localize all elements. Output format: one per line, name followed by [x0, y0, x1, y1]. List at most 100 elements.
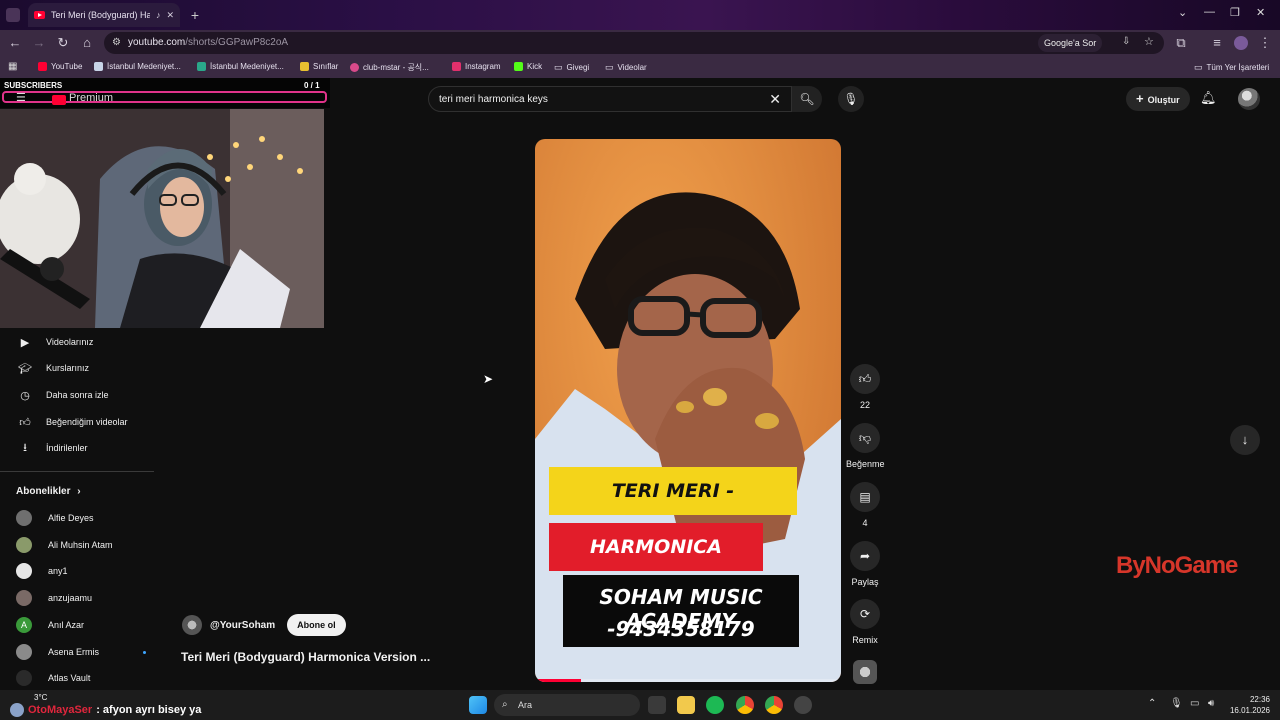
site-info-icon[interactable]: ⚙ — [112, 37, 121, 48]
speaker-icon[interactable]: ♪ — [156, 10, 161, 20]
premium-text: Premium — [69, 92, 114, 104]
tab-search-icon[interactable] — [6, 8, 20, 22]
bookmark-label: İstanbul Medeniyet... — [107, 62, 181, 71]
sidebar-item-courses[interactable]: 🎓︎ Kurslarınız — [0, 355, 160, 381]
install-icon[interactable]: ⇩ — [1122, 36, 1130, 47]
google-ask-button[interactable]: Google'a Sor — [1038, 34, 1103, 52]
extensions-icon[interactable]: ⧉ — [1172, 34, 1190, 52]
channel-handle[interactable]: @YourSoham — [210, 620, 275, 631]
subscription-item[interactable]: Alfie Deyes — [0, 505, 160, 531]
all-bookmarks[interactable]: ▭ Tüm Yer İşaretleri — [1194, 62, 1269, 73]
video-title[interactable]: Teri Meri (Bodyguard) Harmonica Version … — [181, 650, 430, 664]
sidebar-item-watch-later[interactable]: ◷ Daha sonra izle — [0, 382, 160, 408]
subscription-item[interactable]: A Anıl Azar — [0, 612, 160, 638]
tab-close-icon[interactable]: ✕ — [166, 10, 174, 21]
new-tab-button[interactable]: + — [186, 6, 204, 24]
home-icon[interactable]: ⌂ — [78, 34, 96, 52]
clock-time: 22:36 — [1249, 695, 1270, 704]
bookmark-star-icon[interactable]: ☆ — [1144, 35, 1154, 48]
thumbs-down-icon: 👎︎ — [850, 423, 880, 453]
thumbs-up-icon: 👍︎ — [850, 364, 880, 394]
restore-icon[interactable]: ❐ — [1230, 6, 1240, 19]
subscribe-button[interactable]: Abone ol — [287, 614, 346, 636]
address-bar[interactable]: ⚙ youtube.com/shorts/GGPawP8c2oA Google'… — [104, 32, 1164, 54]
browser-tab[interactable]: Teri Meri (Bodyguard) Harmonica ♪ ✕ — [28, 3, 180, 27]
file-explorer-icon[interactable] — [677, 696, 695, 714]
subscription-item[interactable]: any1 — [0, 558, 160, 584]
bookmark-videolar[interactable]: ▭ Videolar — [605, 62, 647, 73]
subscription-item[interactable]: Ali Muhsin Atam — [0, 532, 160, 558]
volume-icon[interactable]: 🔊︎ — [1208, 698, 1214, 709]
chrome-icon[interactable] — [736, 696, 754, 714]
site-icon — [94, 62, 103, 71]
bookmark-kick[interactable]: Kick — [514, 62, 542, 71]
taskbar-search-label: Ara — [518, 700, 533, 710]
taskbar-clock[interactable]: 22:36 16.01.2026 — [1226, 694, 1270, 716]
reading-list-icon[interactable]: ≡ — [1208, 34, 1226, 52]
subscribers-label: SUBSCRIBERS — [4, 81, 63, 90]
tray-chevron-icon[interactable]: ⌃ — [1148, 698, 1156, 709]
dislike-button[interactable]: 👎︎ Beğenme — [846, 423, 885, 469]
clear-search-icon[interactable]: ✕ — [769, 91, 781, 108]
network-icon[interactable]: ▭ — [1190, 698, 1199, 709]
hamburger-menu-icon[interactable]: ☰ — [16, 91, 26, 104]
remix-button[interactable]: ⟳ Remix — [846, 599, 884, 645]
youtube-icon — [38, 62, 47, 71]
bookmark-club-mstar[interactable]: club-mstar - 공식... — [350, 62, 429, 73]
chrome-profile-icon[interactable] — [765, 696, 783, 714]
subscription-item[interactable]: anzujaamu — [0, 585, 160, 611]
obs-icon[interactable] — [794, 696, 812, 714]
create-button[interactable]: + Oluştur — [1126, 87, 1190, 111]
comment-icon: ▤ — [850, 482, 880, 512]
search-input[interactable]: teri meri harmonica keys ✕ — [428, 86, 792, 112]
bookmark-istanbul-1[interactable]: İstanbul Medeniyet... — [94, 62, 181, 71]
create-label: Oluştur — [1147, 95, 1180, 105]
search-button[interactable]: 🔍︎ — [792, 86, 822, 112]
remix-label: Remix — [852, 635, 878, 645]
like-button[interactable]: 👍︎ 22 — [846, 364, 884, 410]
sound-thumbnail[interactable] — [853, 660, 877, 684]
shorts-video-player[interactable]: TERI MERI - (BODYGUARD) HARMONICA TUTORI… — [535, 139, 841, 682]
reload-icon[interactable]: ↻ — [54, 34, 72, 52]
bookmark-youtube[interactable]: YouTube — [38, 62, 82, 71]
bookmark-label: Instagram — [465, 62, 501, 71]
tab-title: Teri Meri (Bodyguard) Harmonica — [51, 10, 150, 20]
youtube-logo-icon — [52, 95, 66, 105]
forward-icon[interactable]: → — [30, 34, 48, 52]
taskbar-search[interactable]: ⌕ Ara — [494, 694, 640, 716]
subscription-item[interactable]: Asena Ermis — [0, 639, 160, 665]
sidebar-item-videos[interactable]: ▶ Videolarınız — [0, 329, 160, 355]
bookmark-siniflar[interactable]: Sınıflar — [300, 62, 338, 71]
back-icon[interactable]: ← — [6, 34, 24, 52]
video-progress-bar[interactable] — [535, 679, 841, 682]
tab-search-chevron-icon[interactable]: ⌄ — [1178, 6, 1187, 19]
next-video-button[interactable]: ↓ — [1230, 425, 1260, 455]
windows-start-icon[interactable] — [469, 696, 487, 714]
subscriptions-heading[interactable]: Abonelikler › — [16, 486, 81, 497]
chevron-right-icon: › — [77, 486, 81, 497]
sidebar-item-liked-videos[interactable]: 👍︎ Beğendiğim videolar — [0, 409, 160, 435]
sidebar-item-downloads[interactable]: ⭳ İndirilenler — [0, 435, 160, 461]
share-button[interactable]: ➦ Paylaş — [846, 541, 884, 587]
watermark-text: ByNoGame — [1116, 552, 1238, 579]
bookmark-istanbul-2[interactable]: İstanbul Medeniyet... — [197, 62, 284, 71]
voice-search-button[interactable]: 🎙︎ — [838, 86, 864, 112]
profile-avatar[interactable] — [1234, 36, 1248, 50]
bookmarks-bar: ▦ YouTube İstanbul Medeniyet... İstanbul… — [0, 56, 1280, 78]
channel-avatar[interactable] — [182, 615, 202, 635]
apps-grid-icon[interactable]: ▦ — [8, 61, 17, 72]
close-window-icon[interactable]: ✕ — [1256, 6, 1265, 19]
bookmark-givegi[interactable]: ▭ Givegi — [554, 62, 589, 73]
subscription-item[interactable]: Atlas Vault — [0, 665, 160, 691]
comments-button[interactable]: ▤ 4 — [846, 482, 884, 528]
notifications-bell-icon[interactable]: 🔔︎ — [1200, 90, 1217, 106]
chrome-menu-icon[interactable]: ⋮ — [1256, 34, 1274, 52]
bookmark-label: Sınıflar — [313, 62, 339, 71]
mic-tray-icon[interactable]: 🎙︎ — [1170, 698, 1183, 709]
bookmark-instagram[interactable]: Instagram — [452, 62, 501, 71]
search-icon: 🔍︎ — [799, 92, 815, 106]
account-avatar[interactable] — [1238, 88, 1260, 110]
minimize-icon[interactable]: — — [1204, 6, 1215, 18]
spotify-icon[interactable] — [706, 696, 724, 714]
task-view-icon[interactable] — [648, 696, 666, 714]
